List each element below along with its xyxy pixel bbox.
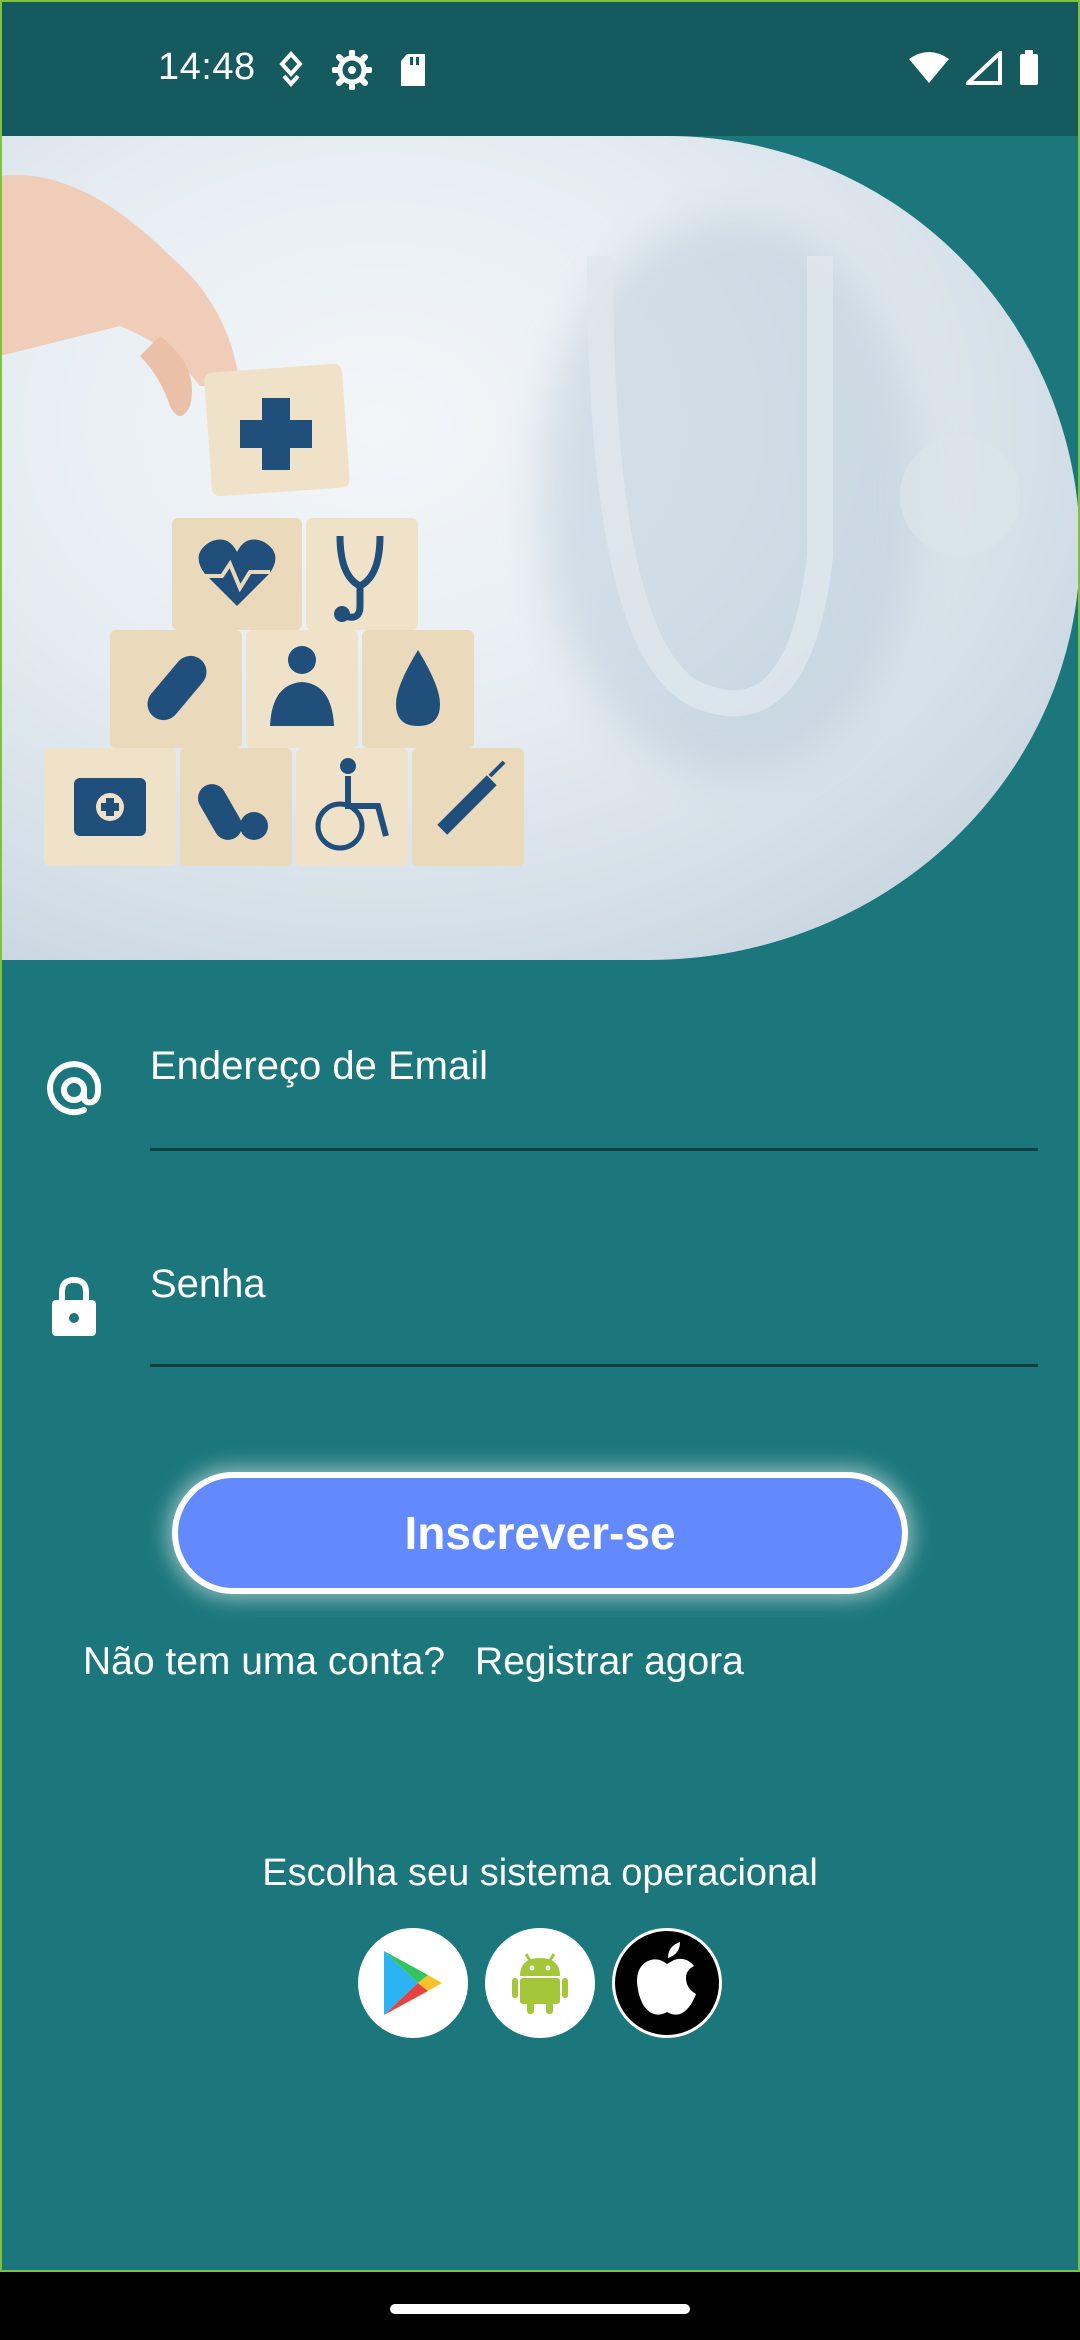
apple-button[interactable] bbox=[612, 1928, 722, 2038]
hero-image bbox=[0, 136, 1080, 960]
navigation-bar bbox=[0, 2272, 1080, 2340]
location-pin-icon bbox=[279, 51, 303, 88]
drop-block bbox=[362, 630, 474, 748]
status-time: 14:48 bbox=[158, 46, 256, 88]
password-field[interactable]: Senha bbox=[0, 1246, 1080, 1376]
android-button[interactable] bbox=[485, 1928, 595, 2038]
medkit-block bbox=[44, 748, 176, 866]
heart-block bbox=[172, 518, 302, 630]
bandage-block bbox=[110, 630, 242, 748]
wheelchair-block bbox=[296, 748, 408, 866]
cross-block bbox=[204, 363, 350, 497]
home-gesture-pill[interactable] bbox=[390, 2304, 690, 2314]
login-button[interactable]: Inscrever-se bbox=[178, 1478, 902, 1588]
signup-prompt: Não tem uma conta? Registrar agora bbox=[83, 1640, 744, 1684]
medical-blocks-illustration bbox=[0, 175, 1020, 866]
stethoscope-block bbox=[306, 518, 418, 630]
status-left-icons bbox=[276, 50, 428, 90]
status-bar: 14:48 bbox=[0, 0, 1080, 136]
password-underline bbox=[150, 1364, 1038, 1367]
cell-signal-icon bbox=[966, 51, 1002, 85]
google-play-button[interactable] bbox=[358, 1928, 468, 2038]
settings-gear-icon bbox=[332, 50, 372, 90]
login-screen: 14:48 Endereço de Email Senha Inscrever-… bbox=[0, 0, 1080, 2340]
google-play-icon bbox=[384, 1951, 442, 2015]
register-now-link[interactable]: Registrar agora bbox=[475, 1640, 744, 1684]
apple-icon bbox=[615, 1931, 719, 2035]
os-choice-row bbox=[358, 1928, 722, 2038]
pill-block bbox=[180, 748, 292, 866]
email-underline bbox=[150, 1148, 1038, 1151]
password-placeholder: Senha bbox=[150, 1262, 266, 1306]
android-icon bbox=[512, 1953, 568, 2014]
signup-question: Não tem uma conta? bbox=[83, 1640, 446, 1683]
sd-card-icon bbox=[401, 54, 425, 86]
battery-icon bbox=[1020, 50, 1038, 85]
email-placeholder: Endereço de Email bbox=[150, 1044, 488, 1088]
syringe-block bbox=[412, 748, 524, 866]
doctor-block bbox=[246, 630, 358, 748]
status-right-icons bbox=[908, 50, 1040, 86]
lock-icon bbox=[52, 1276, 96, 1336]
wifi-icon bbox=[909, 52, 949, 83]
at-sign-icon bbox=[47, 1061, 102, 1116]
os-choice-title: Escolha seu sistema operacional bbox=[262, 1852, 818, 1894]
email-field[interactable]: Endereço de Email bbox=[0, 1030, 1080, 1160]
